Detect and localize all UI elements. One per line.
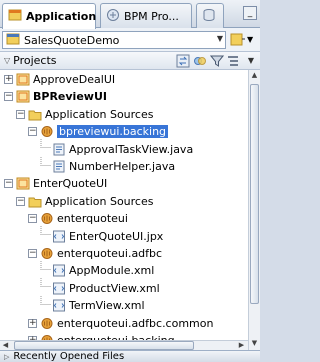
collapse-icon[interactable]: − [28, 214, 37, 224]
tree-item[interactable]: − Application Sources [16, 193, 153, 210]
projects-panel-header[interactable]: ▽ Projects ▼ [0, 52, 260, 70]
tree-item[interactable]: − Application Sources [16, 106, 153, 123]
chevron-down-icon[interactable]: ▼ [244, 54, 258, 68]
tree-item[interactable]: EnterQuoteUI.jpx [40, 226, 164, 246]
java-file-icon [52, 160, 66, 173]
horizontal-scrollbar[interactable]: ◀ ▶ [0, 340, 248, 350]
tree-item[interactable]: − BPReviewUI [4, 88, 107, 105]
tree-item-label: ApproveDealUI [33, 73, 116, 86]
package-icon [40, 247, 54, 260]
tab-label: Application [26, 10, 97, 23]
application-icon [6, 33, 20, 48]
minimize-button[interactable]: _ [243, 6, 257, 20]
projects-title: Projects [13, 54, 57, 67]
working-sets-icon[interactable] [193, 54, 207, 68]
expand-icon[interactable]: + [4, 75, 13, 84]
package-icon [40, 212, 54, 225]
tree-connector [40, 156, 52, 177]
xml-file-icon [52, 230, 66, 243]
application-icon [8, 8, 22, 25]
tree-connector [40, 295, 52, 316]
chevron-down-icon[interactable]: ▼ [247, 32, 257, 48]
tree-item-label: enterquoteui [57, 212, 128, 226]
chevron-down-icon[interactable]: ▼ [217, 34, 223, 43]
tree-item-label: EnterQuoteUI [33, 177, 108, 191]
database-icon [202, 8, 216, 25]
tree-item[interactable]: AppModule.xml [40, 260, 155, 279]
chevron-right-icon[interactable]: ▷ [4, 353, 9, 361]
tab-overflow[interactable] [196, 3, 224, 28]
project-icon [16, 73, 30, 86]
collapse-icon[interactable]: − [28, 127, 37, 137]
collapse-icon[interactable]: − [16, 109, 25, 119]
tree-item[interactable]: ProductView.xml [40, 278, 160, 297]
package-icon [40, 317, 54, 330]
package-icon [40, 125, 54, 138]
tree-item[interactable]: + enterquoteui.adfbc.common [28, 315, 213, 332]
tree-item-label: enterquoteui.adfbc.common [57, 316, 214, 330]
collapse-icon[interactable]: − [4, 179, 13, 189]
application-name: SalesQuoteDemo [24, 33, 120, 47]
expand-icon[interactable]: + [28, 318, 37, 328]
tree-item[interactable]: − enterquoteui.adfbc [28, 245, 162, 262]
scrollbar-thumb[interactable] [250, 84, 259, 304]
collapse-icon[interactable]: − [16, 196, 25, 206]
scroll-up-icon[interactable]: ▲ [249, 70, 260, 81]
collapse-icon[interactable]: − [28, 249, 37, 258]
application-menu-icon[interactable] [230, 32, 246, 48]
tree-item[interactable]: + ApproveDealUI [4, 71, 115, 88]
scrollbar-thumb[interactable] [14, 341, 194, 350]
folder-icon [28, 108, 42, 121]
project-icon [16, 177, 30, 190]
tree-item-label: NumberHelper.java [69, 160, 176, 173]
tree-item-label: BPReviewUI [33, 90, 107, 104]
collapse-icon[interactable]: − [4, 92, 13, 102]
tree-item[interactable]: NumberHelper.java [40, 156, 176, 177]
java-file-icon [52, 143, 66, 156]
tree-item[interactable]: − bpreviewui.backing [28, 123, 169, 140]
tree-item[interactable]: − enterquoteui [28, 210, 128, 227]
tree-item-label: ApprovalTaskView.java [69, 142, 194, 156]
tree-item-label: enterquoteui.adfbc [57, 247, 163, 260]
tab-bpm-project[interactable]: BPM Pro... [100, 3, 192, 28]
xml-file-icon [52, 299, 66, 312]
filter-icon[interactable] [209, 54, 225, 68]
folder-icon [28, 195, 42, 208]
view-options-icon[interactable] [226, 54, 240, 68]
vertical-scrollbar[interactable]: ▲ ▼ [248, 70, 260, 350]
tree-item-label: ProductView.xml [69, 281, 160, 295]
chevron-down-icon[interactable]: ▽ [4, 56, 10, 65]
tree-item[interactable]: − EnterQuoteUI [4, 175, 107, 192]
project-tree[interactable]: + ApproveDealUI − BPReviewUI − Application So… [0, 70, 248, 350]
xml-file-icon [52, 282, 66, 295]
tree-item-label: TermView.xml [69, 299, 145, 313]
bpm-icon [106, 8, 120, 25]
tree-item-label: EnterQuoteUI.jpx [69, 229, 164, 243]
recently-opened-panel[interactable]: ▷ Recently Opened Files [0, 350, 260, 362]
tree-item[interactable]: ApprovalTaskView.java [40, 139, 194, 158]
tab-strip: Application BPM Pro... _ [0, 0, 260, 29]
project-icon [16, 90, 30, 103]
scroll-down-icon[interactable]: ▼ [249, 338, 260, 349]
tree-connector [40, 226, 52, 246]
tree-item-label: Application Sources [45, 107, 154, 121]
xml-file-icon [52, 264, 66, 277]
tree-item-label: bpreviewui.backing [57, 125, 169, 139]
tab-application[interactable]: Application [2, 3, 96, 29]
tree-item[interactable]: TermView.xml [40, 295, 145, 316]
recent-title: Recently Opened Files [13, 351, 125, 362]
sync-icon[interactable] [176, 54, 190, 68]
tree-item-label: Application Sources [45, 194, 154, 208]
tab-label: BPM Pro... [124, 9, 179, 23]
application-bar: SalesQuoteDemo ▼ ▼ [0, 28, 260, 52]
tree-item-label: AppModule.xml [69, 264, 155, 278]
application-selector[interactable]: SalesQuoteDemo ▼ [2, 31, 226, 49]
